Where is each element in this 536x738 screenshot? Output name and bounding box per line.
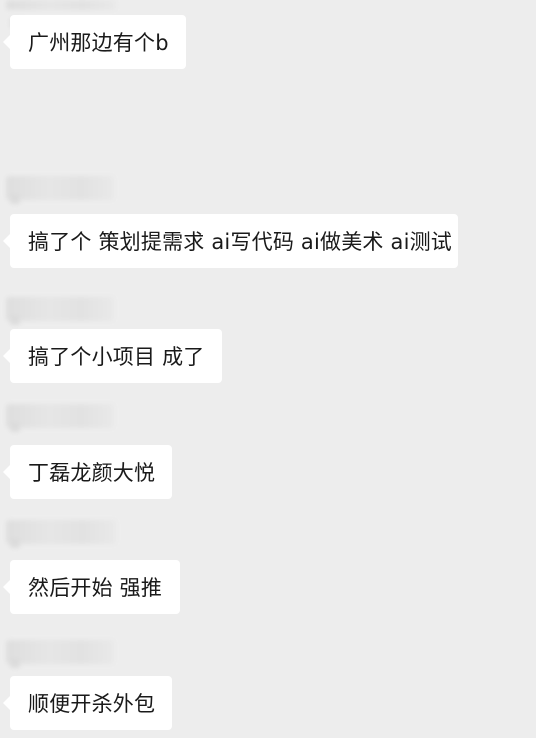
message-bubble[interactable]: 顺便开杀外包 [3, 676, 172, 730]
blurred-sender-name [6, 297, 114, 325]
message-bubble[interactable]: 广州那边有个b [3, 15, 186, 69]
blurred-sender-name [6, 404, 114, 432]
blurred-sender-name [6, 0, 116, 28]
chat-history[interactable]: 广州那边有个b 搞了个 策划提需求 ai写代码 ai做美术 ai测试 搞了个小项… [0, 0, 536, 738]
message-text: 顺便开杀外包 [28, 692, 156, 716]
message-bubble[interactable]: 搞了个小项目 成了 [3, 329, 222, 383]
message-text: 丁磊龙颜大悦 [28, 461, 156, 485]
message-text: 搞了个 策划提需求 ai写代码 ai做美术 ai测试 [28, 230, 453, 254]
message-bubble[interactable]: 丁磊龙颜大悦 [3, 445, 172, 499]
blurred-sender-name [6, 520, 116, 548]
message-bubble[interactable]: 然后开始 强推 [3, 560, 180, 614]
message-bubble[interactable]: 搞了个 策划提需求 ai写代码 ai做美术 ai测试 [3, 214, 458, 268]
blurred-sender-name [6, 176, 114, 204]
blurred-sender-name [6, 640, 114, 668]
message-text: 搞了个小项目 成了 [28, 345, 205, 369]
message-text: 广州那边有个b [28, 31, 169, 55]
message-text: 然后开始 强推 [28, 576, 163, 600]
